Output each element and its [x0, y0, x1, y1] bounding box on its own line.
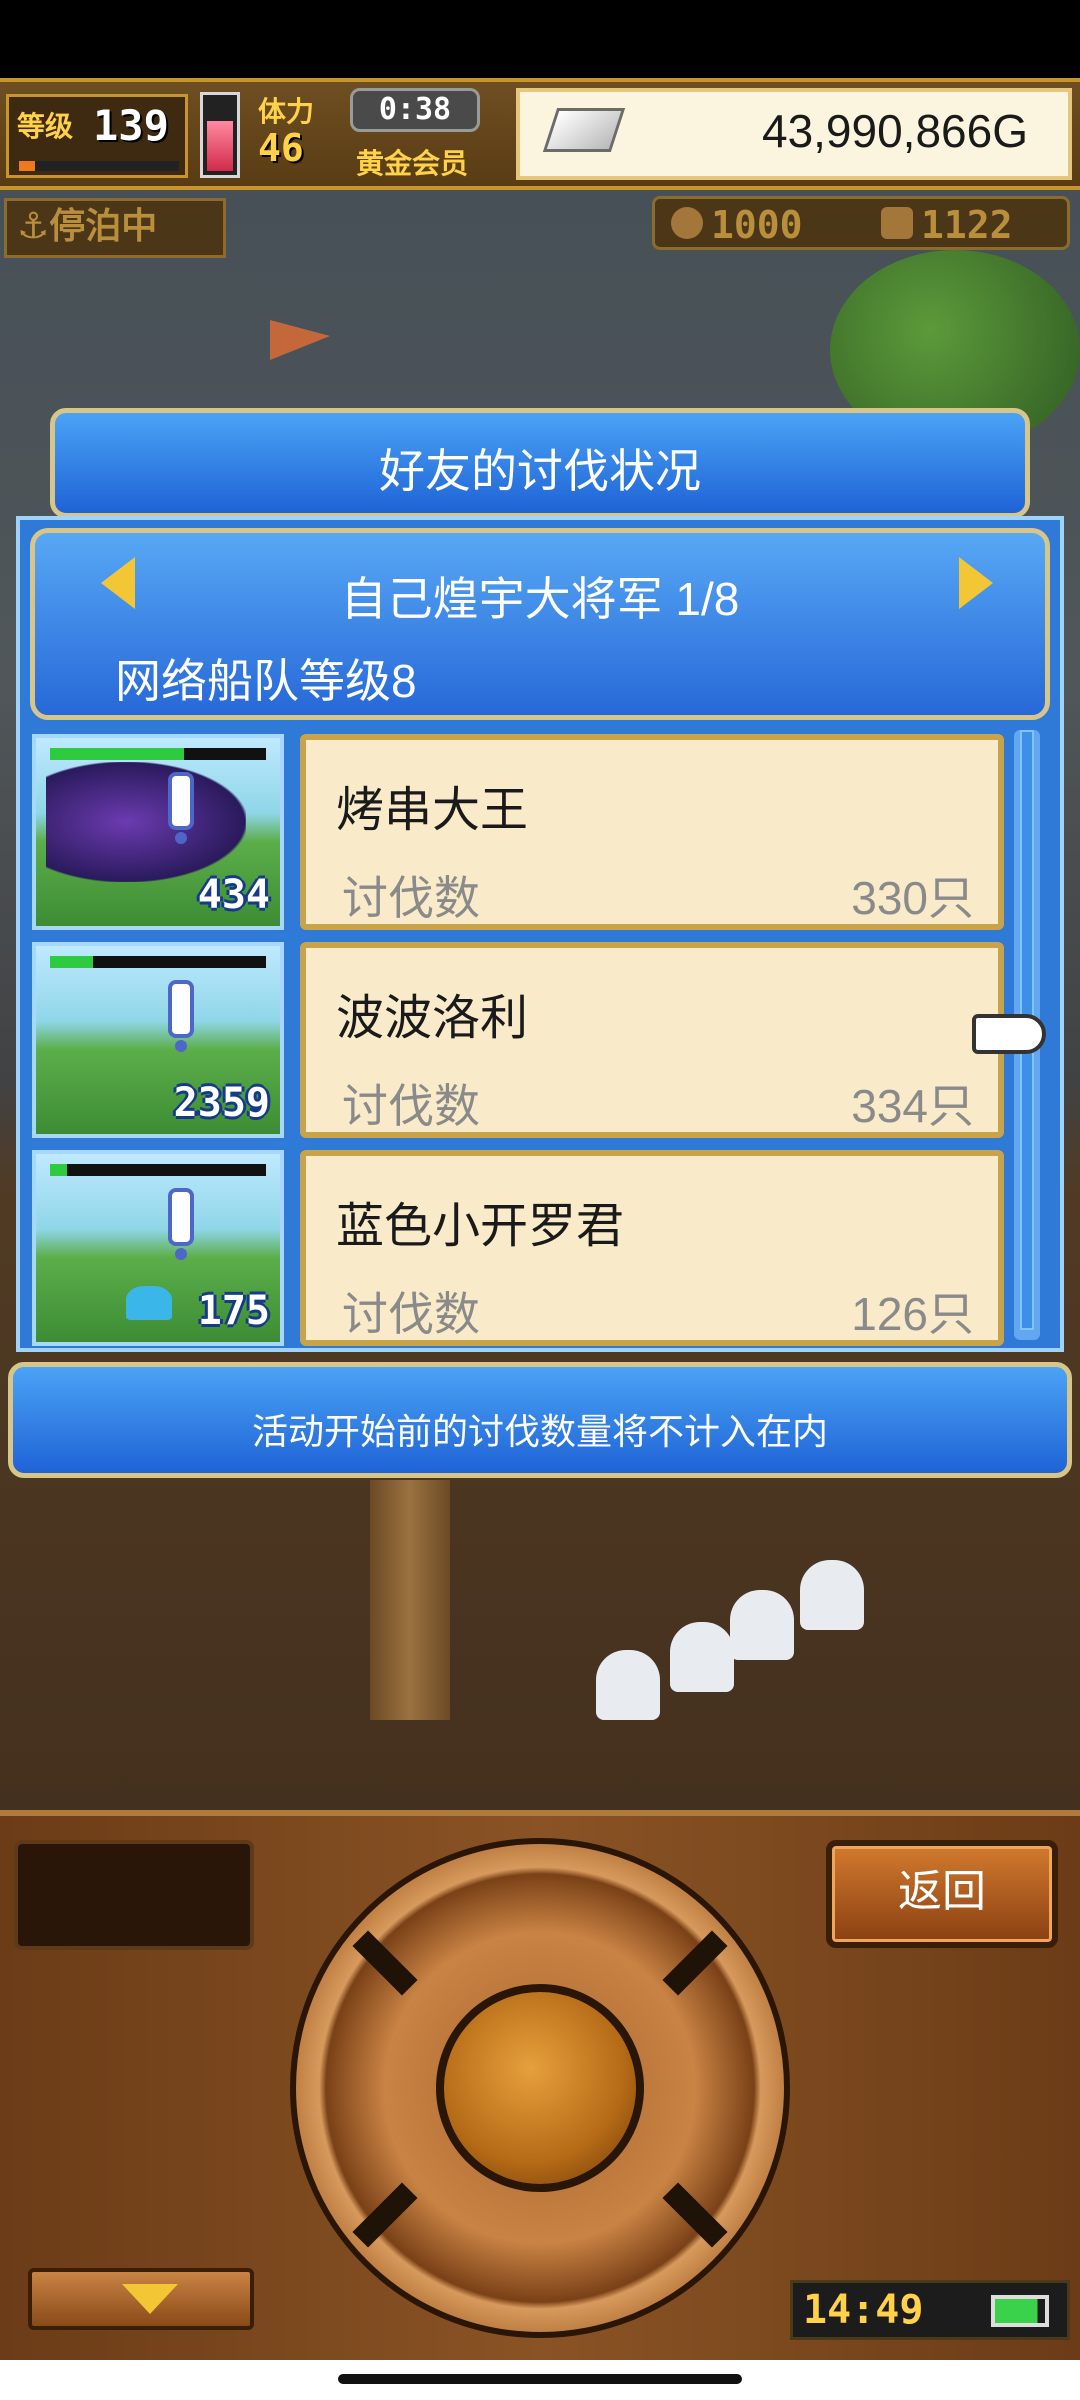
thumb-count: 2359: [173, 1080, 270, 1126]
kill-count-value: 330只: [851, 872, 974, 924]
stamina-value: 46: [258, 126, 304, 170]
monster-hp-bar: [50, 1164, 266, 1176]
dialog-title-banner: 好友的讨伐状况: [50, 408, 1030, 518]
monster-hp-bar: [50, 956, 266, 968]
exclamation-icon: [168, 772, 194, 844]
list-item[interactable]: 烤串大王 讨伐数 330只: [300, 734, 1004, 930]
notice-banner: 活动开始前的讨伐数量将不计入在内: [8, 1362, 1072, 1478]
friend-entry-name: 烤串大王: [336, 784, 529, 837]
kill-count-value: 126只: [851, 1288, 974, 1340]
monster-hp-bar: [50, 748, 266, 760]
docked-status-label: 停泊中: [49, 206, 158, 247]
stone-icon: [881, 207, 913, 239]
stamina-label: 体力: [258, 95, 315, 128]
thumb-count: 175: [197, 1288, 270, 1334]
monster-hp-fill: [50, 748, 184, 760]
ship-mast: [370, 1480, 450, 1720]
kill-count-label: 讨伐数: [342, 1080, 480, 1132]
wood-icon: [671, 207, 703, 239]
gold-display: 43,990,866G: [516, 88, 1072, 180]
down-arrow-icon: [122, 2284, 178, 2314]
battery-icon: [991, 2295, 1049, 2327]
friend-header: 自己煌宇大将军 1/8 网络船队等级8: [30, 528, 1050, 720]
level-exp-fill: [19, 161, 35, 171]
clock-time: 14:49: [803, 2287, 924, 2333]
pointing-hand-icon: [972, 1014, 1046, 1054]
stamina-timer: 0:38: [350, 88, 480, 132]
dialog-title: 好友的讨伐状况: [379, 445, 701, 497]
game-hud: 等级 139 体力 46 0:38 黄金会员 43,990,866G: [0, 78, 1080, 190]
wheel-center-button[interactable]: [436, 1984, 644, 2192]
friend-name: 自己煌宇大将军 1/8: [340, 573, 740, 625]
back-button[interactable]: 返回: [826, 1840, 1058, 1948]
exclamation-icon: [168, 1188, 194, 1260]
monster-hp-fill: [50, 956, 94, 968]
docked-status: ⚓停泊中: [4, 198, 226, 258]
ghost-crew: [800, 1560, 864, 1630]
level-value: 139: [93, 101, 169, 150]
wheel-spoke: [352, 2182, 418, 2248]
monster-sprite: [46, 762, 246, 882]
monster-hp-fill: [50, 1164, 68, 1176]
home-indicator[interactable]: [338, 2374, 742, 2384]
gold-value: 43,990,866G: [761, 105, 1028, 157]
level-box: 等级 139: [6, 94, 188, 178]
fleet-level: 网络船队等级8: [115, 655, 417, 707]
monster-thumbnail[interactable]: 2359: [32, 942, 284, 1138]
thumb-count: 434: [197, 872, 270, 918]
game-clock: 14:49: [790, 2280, 1070, 2340]
exclamation-icon: [168, 980, 194, 1052]
notice-text: 活动开始前的讨伐数量将不计入在内: [251, 1411, 828, 1452]
wheel-spoke: [662, 2182, 728, 2248]
list-item[interactable]: 蓝色小开罗君 讨伐数 126只: [300, 1150, 1004, 1346]
slime-sprite: [126, 1286, 172, 1320]
friend-entry-name: 波波洛利: [336, 992, 529, 1045]
ship-wheel-dpad[interactable]: [290, 1838, 790, 2338]
stamina-gauge: [200, 92, 240, 178]
wheel-spoke: [662, 1930, 728, 1996]
friend-entry-name: 蓝色小开罗君: [336, 1200, 625, 1253]
wheel-spoke: [352, 1930, 418, 1996]
kill-count-value: 334只: [851, 1080, 974, 1132]
ghost-crew: [670, 1622, 734, 1692]
resource-1-value: 1000: [711, 203, 803, 247]
ghost-crew: [730, 1590, 794, 1660]
status-bar: [0, 0, 1080, 78]
stamina-gauge-fill: [207, 121, 233, 171]
level-label: 等级: [17, 110, 74, 143]
membership-label: 黄金会员: [356, 147, 469, 180]
kill-count-label: 讨伐数: [342, 872, 480, 924]
list-item[interactable]: 波波洛利 讨伐数 334只: [300, 942, 1004, 1138]
monster-thumbnail[interactable]: 175: [32, 1150, 284, 1346]
empty-slot: [14, 1840, 254, 1950]
menu-down-button[interactable]: [28, 2268, 254, 2330]
anchor-icon: ⚓: [17, 206, 50, 247]
ghost-crew: [596, 1650, 660, 1720]
resource-2-value: 1122: [921, 203, 1013, 247]
monster-thumbnail[interactable]: 434: [32, 734, 284, 930]
silver-ingot-icon: [542, 108, 626, 152]
resource-counter: 1000 1122: [652, 196, 1070, 250]
kill-count-label: 讨伐数: [342, 1288, 480, 1340]
level-exp-bar: [19, 161, 179, 171]
